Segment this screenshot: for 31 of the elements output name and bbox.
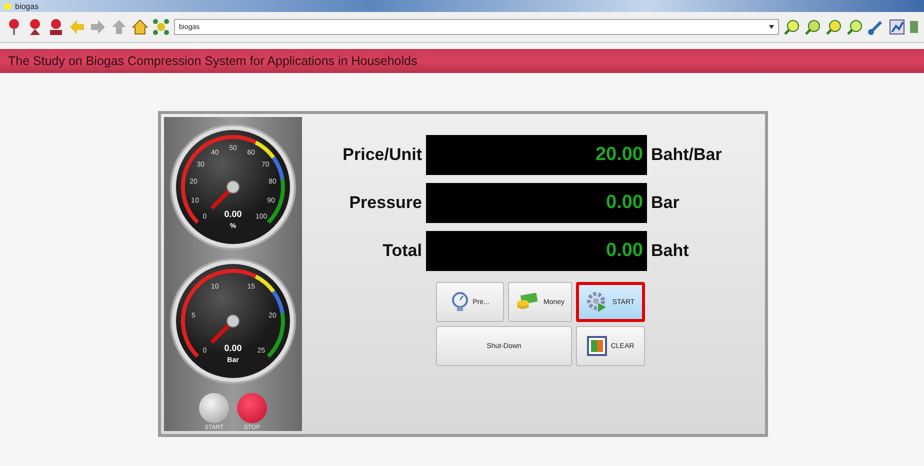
money-icon	[515, 293, 540, 311]
readout-unit: Baht	[651, 241, 689, 261]
readout-unit: Baht/Bar	[651, 145, 722, 165]
readout-label: Pressure	[348, 193, 422, 213]
indicator-lamp[interactable]	[199, 393, 229, 423]
link-icon[interactable]	[868, 19, 884, 35]
window-title: biogas	[15, 2, 39, 10]
banner-title: The Study on Biogas Compression System for Applications in Households	[8, 54, 418, 68]
dropdown-icon[interactable]	[769, 25, 774, 29]
pin-icon[interactable]	[6, 18, 22, 36]
zoom-icon[interactable]	[805, 19, 821, 35]
pin-icon[interactable]	[27, 18, 43, 36]
gauge-reading: 0.00	[224, 209, 242, 219]
readout-label: Total	[382, 241, 422, 261]
readout-display: 20.00	[426, 135, 647, 175]
zoom-icon[interactable]	[784, 19, 800, 35]
chart-icon[interactable]	[889, 19, 905, 35]
zoom-icon[interactable]	[826, 19, 842, 35]
clear-icon	[586, 336, 607, 356]
gear-icon	[586, 291, 608, 313]
readout-display: 0.00	[426, 231, 647, 271]
network-icon[interactable]	[153, 19, 169, 35]
pin-icon[interactable]	[48, 18, 64, 36]
gauge-reading: 0.00	[224, 343, 242, 353]
zoom-icon[interactable]	[847, 19, 863, 35]
home-icon[interactable]	[132, 19, 148, 35]
readout-display: 0.00	[426, 183, 647, 223]
readout-label: Price/Unit	[342, 145, 422, 165]
app-icon	[4, 2, 11, 10]
readout-unit: Bar	[651, 193, 680, 213]
gauge-icon	[450, 292, 469, 312]
